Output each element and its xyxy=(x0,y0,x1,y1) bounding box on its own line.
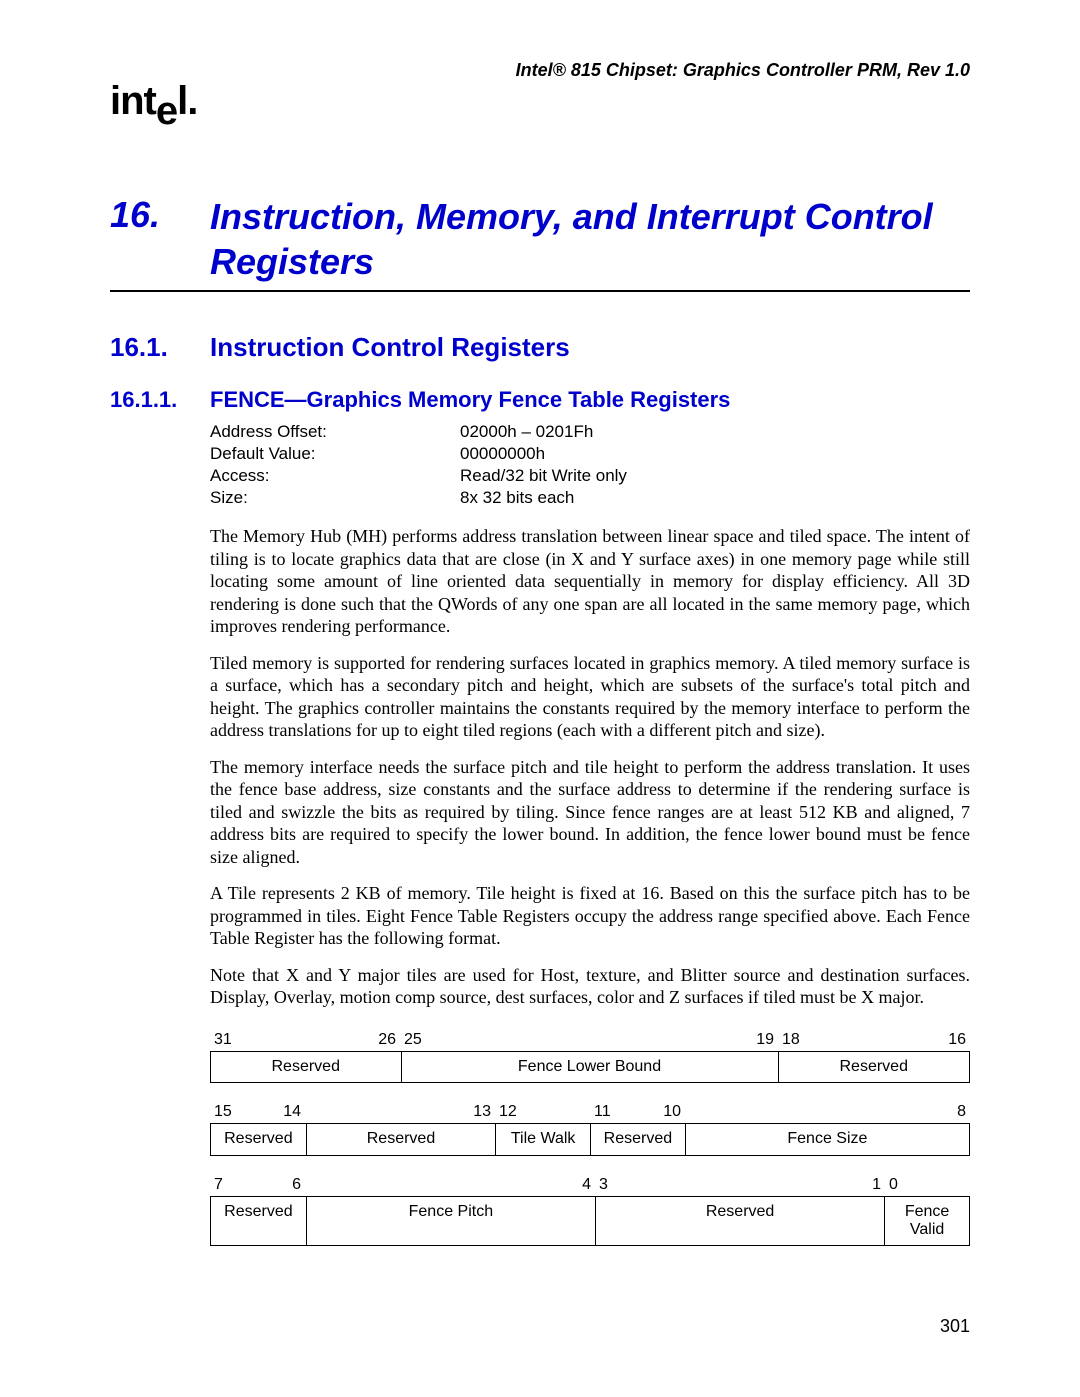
bit-range: 8 xyxy=(685,1101,970,1123)
address-offset-label: Address Offset: xyxy=(210,421,460,443)
paragraph: Note that X and Y major tiles are used f… xyxy=(210,964,970,1009)
bit-range: 0 xyxy=(885,1174,970,1196)
bit-range: 3126 xyxy=(210,1029,400,1051)
page-number: 301 xyxy=(940,1316,970,1337)
bitfield-cell: Reserved xyxy=(306,1124,496,1154)
chapter-divider xyxy=(110,290,970,292)
paragraph: Tiled memory is supported for rendering … xyxy=(210,652,970,742)
paragraph: The memory interface needs the surface p… xyxy=(210,756,970,869)
access-label: Access: xyxy=(210,465,460,487)
default-value-value: 00000000h xyxy=(460,443,545,465)
bitfield-cell: Reserved xyxy=(211,1124,306,1154)
bitfield-cell: Fence Lower Bound xyxy=(401,1052,778,1082)
subsection-number: 16.1.1. xyxy=(110,387,210,413)
bitfield-cell: Reserved xyxy=(211,1052,401,1082)
bit-range: 12 xyxy=(495,1101,590,1123)
chapter-heading: 16. Instruction, Memory, and Interrupt C… xyxy=(110,194,970,284)
address-offset-value: 02000h – 0201Fh xyxy=(460,421,593,443)
size-label: Size: xyxy=(210,487,460,509)
bit-range: 76 xyxy=(210,1174,305,1196)
size-value: 8x 32 bits each xyxy=(460,487,574,509)
default-value-label: Default Value: xyxy=(210,443,460,465)
bitfield-diagram: 312625191816 ReservedFence Lower BoundRe… xyxy=(210,1029,970,1247)
bitfield-bits-row: 312625191816 xyxy=(210,1029,970,1051)
access-value: Read/32 bit Write only xyxy=(460,465,627,487)
chapter-title: Instruction, Memory, and Interrupt Contr… xyxy=(210,194,970,284)
paragraph: The Memory Hub (MH) performs address tra… xyxy=(210,525,970,638)
bitfield-fields-row: ReservedFence PitchReservedFence Valid xyxy=(210,1196,970,1247)
bit-range: 2519 xyxy=(400,1029,778,1051)
subsection-title: FENCE—Graphics Memory Fence Table Regist… xyxy=(210,387,730,413)
bitfield-cell: Fence Valid xyxy=(884,1197,969,1246)
header-doc-title: Intel® 815 Chipset: Graphics Controller … xyxy=(110,60,970,81)
bitfield-cell: Reserved xyxy=(778,1052,970,1082)
bitfield-cell: Reserved xyxy=(595,1197,884,1246)
paragraph: A Tile represents 2 KB of memory. Tile h… xyxy=(210,882,970,950)
bit-range: 1514 xyxy=(210,1101,305,1123)
register-definition: Address Offset:02000h – 0201Fh Default V… xyxy=(210,421,970,509)
bitfield-bits-row: 1514131211108 xyxy=(210,1101,970,1123)
bitfield-cell: Reserved xyxy=(211,1197,306,1246)
bitfield-bits-row: 764310 xyxy=(210,1174,970,1196)
bitfield-fields-row: ReservedFence Lower BoundReserved xyxy=(210,1051,970,1083)
subsection-heading: 16.1.1. FENCE—Graphics Memory Fence Tabl… xyxy=(110,387,970,413)
bit-range: 13 xyxy=(305,1101,495,1123)
section-title: Instruction Control Registers xyxy=(210,332,570,363)
bit-range: 1110 xyxy=(590,1101,685,1123)
bitfield-fields-row: ReservedReservedTile WalkReservedFence S… xyxy=(210,1123,970,1155)
bit-range: 1816 xyxy=(778,1029,970,1051)
intel-logo: intel. xyxy=(110,79,970,124)
bitfield-cell: Fence Size xyxy=(685,1124,969,1154)
section-number: 16.1. xyxy=(110,332,210,363)
bit-range: 31 xyxy=(595,1174,885,1196)
bitfield-cell: Reserved xyxy=(590,1124,685,1154)
chapter-number: 16. xyxy=(110,194,210,236)
bit-range: 4 xyxy=(305,1174,595,1196)
section-heading: 16.1. Instruction Control Registers xyxy=(110,332,970,363)
bitfield-cell: Fence Pitch xyxy=(306,1197,595,1246)
bitfield-cell: Tile Walk xyxy=(495,1124,590,1154)
